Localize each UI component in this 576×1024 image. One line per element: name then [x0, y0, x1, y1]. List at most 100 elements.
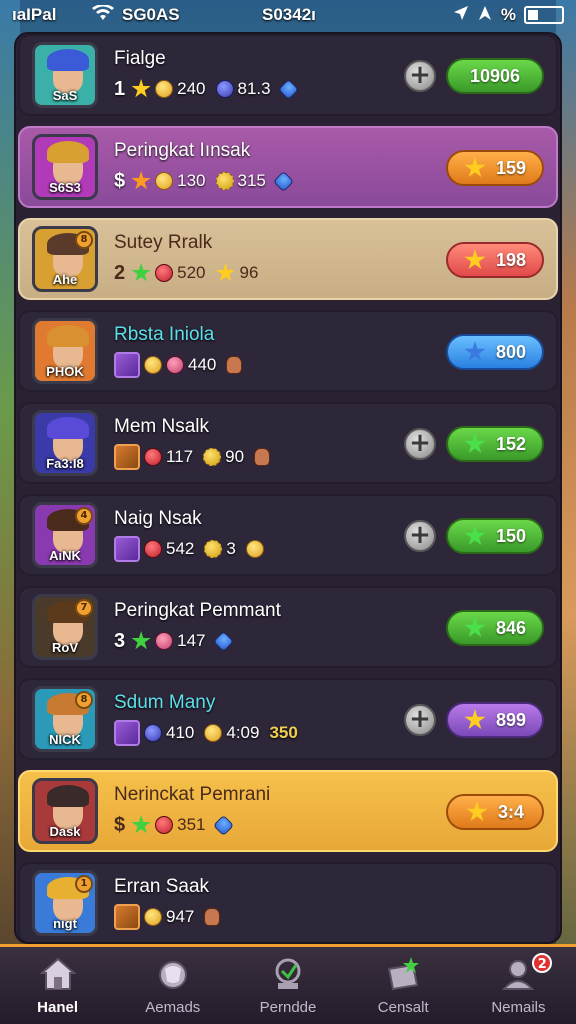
leaderboard-row[interactable]: RoV 7 Peringkat Pemmant 3 147 846 — [18, 586, 558, 668]
location-icon — [453, 5, 469, 26]
star-icon — [215, 263, 236, 282]
player-avatar: SaS — [32, 42, 98, 108]
leaderboard-row[interactable]: Fa3:I8 Mem Nsalk 117 90 +152 — [18, 402, 558, 484]
player-stats: $130 315 — [114, 168, 294, 194]
player-stats: $351 — [114, 812, 234, 838]
avatar-tag: SaS — [52, 88, 78, 103]
score-button[interactable]: 198 — [446, 242, 544, 278]
avatar-tag: AıNK — [49, 548, 81, 563]
leaderboard-row[interactable]: Dask Nerinckat Pemrani $351 3:4 — [18, 770, 558, 852]
stat-value: 4:09 — [226, 723, 260, 742]
player-avatar: NICK 8 — [32, 686, 98, 752]
stat-value: 117 — [166, 447, 194, 466]
stat-value: 81.3 — [237, 79, 271, 98]
gem-icon — [272, 170, 294, 192]
avatar-tag: Dask — [49, 824, 81, 839]
battery-percent: % — [500, 5, 516, 24]
player-name: Rbsta Iniola — [114, 324, 215, 345]
status-bar: ıaIPal SG0AS S0342ı % — [0, 0, 576, 30]
player-name: Nerinckat Pemrani — [114, 784, 271, 805]
coin-icon — [204, 724, 223, 742]
player-avatar: Ahe 8 — [32, 226, 98, 292]
stat-value: 3 — [226, 539, 236, 558]
add-friend-button[interactable]: + — [404, 520, 436, 552]
sun-icon — [215, 172, 234, 190]
leaderboard-icon — [268, 955, 308, 993]
score-button[interactable]: 800 — [446, 334, 544, 370]
player-name: Erran Saak — [114, 876, 210, 897]
player-avatar: S6S3 — [32, 134, 98, 200]
star-icon — [464, 341, 486, 362]
score-button[interactable]: 899 — [446, 702, 544, 738]
player-avatar: Dask — [32, 778, 98, 844]
score-button[interactable]: 10906 — [446, 58, 544, 94]
level-badge: 7 — [75, 599, 93, 617]
player-stats: 2 520 96 — [114, 260, 264, 286]
star-icon — [464, 709, 486, 730]
heart-icon — [144, 448, 162, 466]
player-stats: 542 3 — [114, 536, 264, 562]
score-value: 10906 — [469, 65, 521, 86]
score-button[interactable]: 150 — [446, 518, 544, 554]
rank-number: 2 — [114, 261, 126, 284]
bluecoin-icon — [144, 724, 162, 742]
star-icon — [464, 525, 486, 546]
leaderboard-row[interactable]: NICK 8 Sdum Many 410 4:09 350 +899 — [18, 678, 558, 760]
item-card-icon — [114, 904, 140, 930]
rank-number: $ — [114, 813, 126, 836]
score-button[interactable]: 846 — [446, 610, 544, 646]
leaderboard-row[interactable]: SaS Fialge 1 240 81.3 +10906 — [18, 34, 558, 116]
tab-profile[interactable]: Nemails 2 — [461, 947, 576, 1024]
player-stats: 3 147 — [114, 628, 234, 654]
level-badge: 4 — [75, 507, 93, 525]
leaderboard-row[interactable]: nıgt 1 Erran Saak 947 — [18, 862, 558, 942]
avatar-tag: NICK — [49, 732, 81, 747]
avatar-tag: S6S3 — [49, 180, 81, 195]
network-label: SG0AS — [122, 5, 180, 24]
player-avatar: RoV 7 — [32, 594, 98, 660]
score-value: 3:4 — [497, 801, 524, 822]
score-value: 800 — [495, 341, 527, 362]
player-stats: 947 — [114, 904, 221, 930]
home-icon — [38, 955, 78, 993]
player-avatar: AıNK 4 — [32, 502, 98, 568]
level-badge: 8 — [75, 691, 93, 709]
leaderboard-row[interactable]: Ahe 8 Sutey Rralk 2 520 96 198 — [18, 218, 558, 300]
leaderboard-row[interactable]: PHOK Rbsta Iniola 440 800 — [18, 310, 558, 392]
tab-rewards[interactable]: Aemads — [115, 947, 230, 1024]
gem-icon — [277, 78, 299, 100]
score-value: 159 — [495, 157, 527, 178]
leaderboard-row[interactable]: AıNK 4 Naig Nsak 542 3 +150 — [18, 494, 558, 576]
pink-icon — [155, 632, 174, 650]
tab-home[interactable]: Hanel — [0, 947, 115, 1024]
stat-value: 351 — [177, 815, 206, 834]
tab-leaderboard[interactable]: Perndde — [230, 947, 345, 1024]
rewards-icon — [153, 955, 193, 993]
score-value: 198 — [495, 249, 527, 270]
score-button[interactable]: 3:4 — [446, 794, 544, 830]
player-name: Sdum Many — [114, 692, 216, 713]
leaderboard-panel: SaS Fialge 1 240 81.3 +10906 S6S3 Peringkat Iın… — [14, 32, 562, 944]
score-value: 846 — [495, 617, 527, 638]
leaderboard-row[interactable]: S6S3 Peringkat Iınsak $130 315 159 — [18, 126, 558, 208]
tab-gift[interactable]: Censalt — [346, 947, 461, 1024]
player-name: Sutey Rralk — [114, 232, 213, 253]
avatar-tag: PHOK — [46, 364, 84, 379]
player-name: Naig Nsak — [114, 508, 202, 529]
score-value: 899 — [495, 709, 527, 730]
stat-value: 147 — [177, 631, 206, 650]
tab-label: Censalt — [377, 999, 429, 1016]
score-button[interactable]: 159 — [446, 150, 544, 186]
star-icon — [464, 249, 486, 270]
stat-value: 410 — [166, 723, 195, 742]
pink-icon — [166, 356, 184, 374]
add-friend-button[interactable]: + — [404, 704, 436, 736]
coin-icon — [155, 80, 174, 98]
coin-icon — [245, 540, 264, 558]
add-friend-button[interactable]: + — [404, 428, 436, 460]
add-friend-button[interactable]: + — [404, 60, 436, 92]
player-name: Fialge — [114, 48, 166, 69]
player-stats: 117 90 — [114, 444, 271, 470]
score-button[interactable]: 152 — [446, 426, 544, 462]
avatar-tag: Fa3:I8 — [46, 456, 84, 471]
